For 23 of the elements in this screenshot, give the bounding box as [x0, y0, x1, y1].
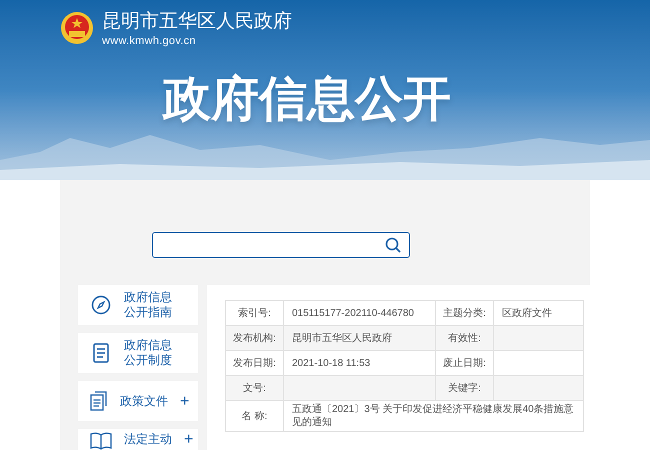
search-field[interactable]: [152, 232, 410, 258]
compass-icon: [91, 295, 111, 315]
field-label: 名 称:: [226, 400, 284, 432]
emblem-icon: [60, 11, 94, 47]
site-url: www.kmwh.gov.cn: [102, 34, 197, 48]
book-icon: [90, 432, 112, 450]
field-value: 昆明市五华区人民政府: [292, 332, 392, 344]
sidebar-item[interactable]: 政府信息 公开指南: [78, 285, 198, 325]
expand-icon[interactable]: +: [184, 432, 194, 447]
expand-icon[interactable]: +: [180, 394, 190, 408]
field-value: 015115177-202110-446780: [292, 308, 414, 318]
site-name: 昆明市五华区人民政府: [102, 10, 292, 34]
document-icon: [93, 343, 109, 363]
sidebar-item[interactable]: 法定主动 +: [78, 429, 198, 450]
field-label: 索引号:: [226, 300, 284, 326]
documents-icon: [90, 391, 108, 411]
field-value: 2021-10-18 11:53: [292, 358, 370, 368]
search-icon[interactable]: [385, 237, 401, 253]
sidebar-item[interactable]: 政策文件 +: [78, 381, 198, 421]
sidebar-item[interactable]: 政府信息 公开制度: [78, 333, 198, 373]
banner-title: 政府信息公开: [163, 73, 451, 126]
field-value: 五政通〔2021〕3号 关于印发促进经济平稳健康发展40条措施意见的通知: [292, 404, 574, 428]
field-value: 区政府文件: [502, 308, 552, 318]
